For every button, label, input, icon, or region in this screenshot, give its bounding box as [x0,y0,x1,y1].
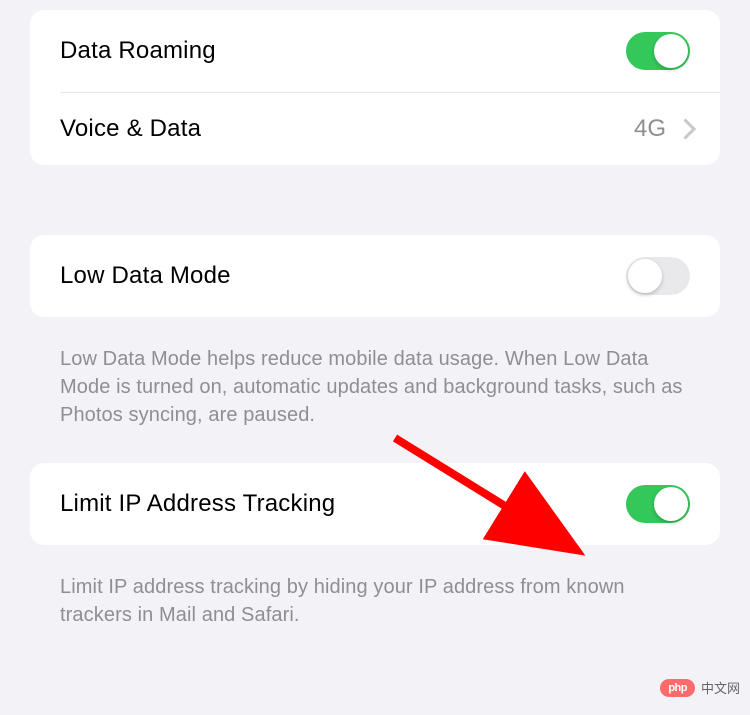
low-data-mode-label: Low Data Mode [60,262,231,290]
settings-group-cellular: Data Roaming Voice & Data 4G [30,10,720,165]
watermark-text: 中文网 [701,678,740,697]
low-data-mode-row: Low Data Mode [30,235,720,317]
limit-ip-row: Limit IP Address Tracking [30,463,720,545]
data-roaming-label: Data Roaming [60,37,216,65]
settings-group-limit-ip: Limit IP Address Tracking [30,463,720,545]
section-gap [0,183,750,235]
low-data-mode-toggle[interactable] [626,257,690,295]
limit-ip-label: Limit IP Address Tracking [60,490,335,518]
voice-data-row[interactable]: Voice & Data 4G [30,93,720,165]
chevron-right-icon [678,119,690,139]
limit-ip-description: Limit IP address tracking by hiding your… [0,563,750,663]
data-roaming-toggle[interactable] [626,32,690,70]
toggle-knob [654,34,688,68]
watermark-badge: php [660,679,695,697]
low-data-mode-description: Low Data Mode helps reduce mobile data u… [0,335,750,463]
voice-data-label: Voice & Data [60,115,201,143]
toggle-knob [628,259,662,293]
watermark: php 中文网 [660,678,740,697]
voice-data-value: 4G [634,115,666,143]
settings-group-low-data: Low Data Mode [30,235,720,317]
toggle-knob [654,487,688,521]
limit-ip-toggle[interactable] [626,485,690,523]
data-roaming-row: Data Roaming [30,10,720,92]
voice-data-right: 4G [634,115,690,143]
